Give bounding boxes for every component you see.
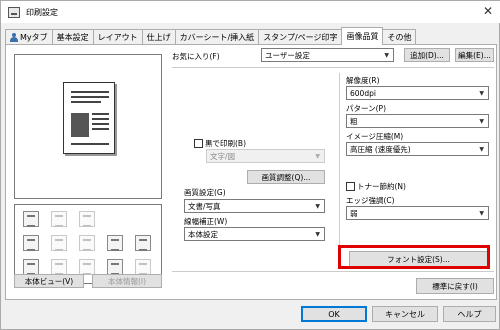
favorites-select[interactable]: ユーザー設定 ▼ xyxy=(261,48,394,62)
book-icon xyxy=(135,235,151,251)
tab-layout[interactable]: レイアウト xyxy=(92,29,143,45)
add-favorite-button[interactable]: 追加(D)... xyxy=(404,48,450,62)
resolution-value: 600dpi xyxy=(350,88,376,98)
ok-button[interactable]: OK xyxy=(301,306,367,322)
toner-save-label: トナー節約(N) xyxy=(357,182,406,191)
print-settings-dialog: 印刷設定 ✕ Myタブ 基本設定 レイアウト 仕上げ カバーシート/挿入紙 スタ… xyxy=(0,0,500,330)
divider xyxy=(172,67,494,68)
output-tray-icon xyxy=(23,211,39,227)
person-icon xyxy=(10,33,18,42)
black-print-label: 黒で印刷(B) xyxy=(205,139,246,148)
printer-icon xyxy=(8,6,20,18)
chevron-down-icon: ▼ xyxy=(315,203,320,210)
pattern-select[interactable]: 粗 ▼ xyxy=(346,114,489,128)
black-print-checkbox[interactable]: 黒で印刷(B) xyxy=(194,138,246,149)
resolution-select[interactable]: 600dpi ▼ xyxy=(346,86,489,100)
close-button[interactable]: ✕ xyxy=(483,4,493,18)
tab-stamp[interactable]: スタンプ/ページ印字 xyxy=(258,29,343,45)
compression-value: 高圧縮 (速度優先) xyxy=(350,144,411,154)
printer-body-icon xyxy=(107,259,123,275)
tab-other[interactable]: その他 xyxy=(382,29,417,45)
device-info-button[interactable]: 本体情報(I) xyxy=(92,274,162,288)
paper-tray-icon xyxy=(23,235,39,251)
help-button[interactable]: ヘルプ xyxy=(443,306,496,322)
large-capacity-icon xyxy=(51,259,67,275)
black-print-select[interactable]: 文字/図 ▼ xyxy=(206,149,325,163)
quality-select[interactable]: 文書/写真 ▼ xyxy=(184,199,325,213)
resolution-label: 解像度(R) xyxy=(346,76,380,85)
fold-icon xyxy=(79,235,95,251)
edge-value: 弱 xyxy=(350,208,358,218)
tray-stack-icon xyxy=(23,259,39,275)
tab-image-quality[interactable]: 画像品質 xyxy=(341,27,384,45)
restore-defaults-button[interactable]: 標準に戻す(I) xyxy=(416,278,494,294)
desk-icon xyxy=(135,259,151,275)
chevron-down-icon: ▼ xyxy=(315,153,320,160)
line-width-value: 本体設定 xyxy=(188,229,218,239)
image-adjust-button[interactable]: 画質調整(Q)... xyxy=(247,170,325,184)
black-print-value: 文字/図 xyxy=(210,151,236,161)
line-width-select[interactable]: 本体設定 ▼ xyxy=(184,227,325,241)
finisher-icon xyxy=(51,211,67,227)
highlight-box xyxy=(338,245,490,269)
punch-icon xyxy=(79,211,95,227)
compression-label: イメージ圧縮(M) xyxy=(346,132,404,141)
page-preview xyxy=(14,54,162,199)
edge-select[interactable]: 弱 ▼ xyxy=(346,206,489,220)
section-divider xyxy=(339,73,340,268)
edit-favorite-button[interactable]: 編集(E)... xyxy=(455,48,494,62)
toner-save-checkbox[interactable]: トナー節約(N) xyxy=(346,181,406,192)
tab-mytab[interactable]: Myタブ xyxy=(5,29,53,45)
edge-label: エッジ強調(C) xyxy=(346,196,395,205)
compression-select[interactable]: 高圧縮 (速度優先) ▼ xyxy=(346,142,489,156)
chevron-down-icon: ▼ xyxy=(479,90,484,97)
pattern-label: パターン(P) xyxy=(346,104,386,113)
favorites-value: ユーザー設定 xyxy=(265,50,310,60)
chevron-down-icon: ▼ xyxy=(479,118,484,125)
chevron-down-icon: ▼ xyxy=(315,231,320,238)
chevron-down-icon: ▼ xyxy=(384,52,389,59)
document-preview-icon xyxy=(63,82,115,154)
window-title: 印刷設定 xyxy=(26,7,58,17)
divider xyxy=(172,271,494,272)
device-view-button[interactable]: 本体ビュー(V) xyxy=(14,274,84,288)
pattern-value: 粗 xyxy=(350,116,358,126)
cabinet-icon xyxy=(79,259,95,275)
tab-basic[interactable]: 基本設定 xyxy=(51,29,94,45)
line-width-label: 線幅補正(W) xyxy=(184,217,228,226)
title-bar: 印刷設定 ✕ xyxy=(1,1,500,23)
favorites-label: お気に入り(F) xyxy=(172,52,220,61)
staple-icon xyxy=(51,235,67,251)
document-icon xyxy=(107,235,123,251)
printer-options-area xyxy=(14,204,162,284)
tab-bar: Myタブ 基本設定 レイアウト 仕上げ カバーシート/挿入紙 スタンプ/ページ印… xyxy=(5,27,417,45)
cancel-button[interactable]: キャンセル xyxy=(372,306,438,322)
chevron-down-icon: ▼ xyxy=(479,210,484,217)
checkbox-box xyxy=(194,139,203,148)
chevron-down-icon: ▼ xyxy=(479,146,484,153)
tab-finishing[interactable]: 仕上げ xyxy=(141,29,176,45)
quality-label: 画質設定(G) xyxy=(184,188,226,197)
tab-cover-insert[interactable]: カバーシート/挿入紙 xyxy=(174,29,260,45)
tab-label: Myタブ xyxy=(20,33,48,42)
checkbox-box xyxy=(346,182,355,191)
quality-value: 文書/写真 xyxy=(188,201,221,211)
